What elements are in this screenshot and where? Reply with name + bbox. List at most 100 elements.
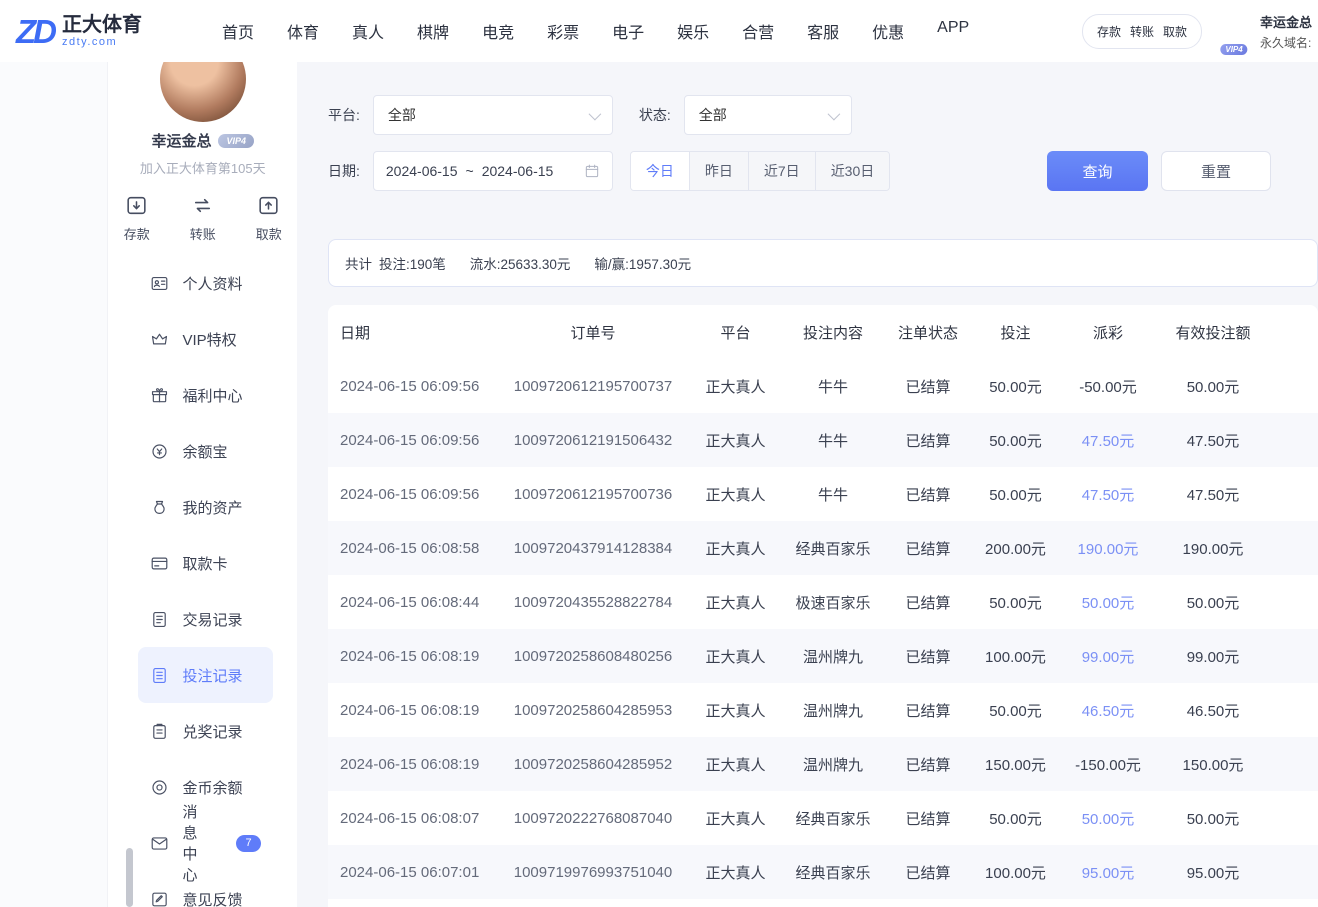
cell-valid: 47.50元 (1158, 430, 1268, 451)
table-row: 2024-06-15 06:09:561009720612195700737正大… (328, 359, 1318, 413)
brand-domain: zdty.com (62, 36, 142, 48)
sidebar-item-label: 意见反馈 (182, 889, 242, 907)
range-button-last7[interactable]: 近7日 (748, 152, 815, 190)
date-range-input[interactable]: 2024-06-15 ~ 2024-06-15 (373, 151, 613, 191)
sidebar-item-profile[interactable]: 个人资料 (138, 255, 273, 311)
cell-date: 2024-06-15 06:08:19 (328, 648, 498, 665)
cell-date: 2024-06-15 06:08:19 (328, 702, 498, 719)
sidebar-item-vip[interactable]: VIP特权 (138, 311, 273, 367)
cell-bet: 150.00元 (973, 754, 1058, 775)
chevron-down-icon (827, 107, 840, 120)
cell-bet: 50.00元 (973, 430, 1058, 451)
header-withdraw-link[interactable]: 取款 (1163, 23, 1187, 40)
cell-content: 温州牌九 (783, 700, 883, 721)
brand-logo[interactable]: ZD 正大体育 zdty.com (0, 14, 188, 48)
sidebar-item-transactions[interactable]: 交易记录 (138, 591, 273, 647)
table-body: 2024-06-15 06:09:561009720612195700737 正大… (328, 359, 1318, 899)
nav-item-home[interactable]: 首页 (222, 19, 254, 43)
nav-item-service[interactable]: 客服 (807, 19, 839, 43)
quick-action-deposit[interactable]: 存款 (124, 193, 150, 243)
quick-range-group: 今日昨日近7日近30日 (630, 151, 890, 191)
cell-bet: 50.00元 (973, 592, 1058, 613)
sidebar-item-label: 交易记录 (182, 609, 242, 630)
cell-valid: 50.00元 (1158, 592, 1268, 613)
range-button-yesterday[interactable]: 昨日 (689, 152, 748, 190)
nav-item-esports[interactable]: 电竞 (482, 19, 514, 43)
header-transfer-link[interactable]: 转账 (1130, 23, 1154, 40)
sidebar-item-label: 福利中心 (182, 385, 242, 406)
nav-item-app[interactable]: APP (937, 19, 969, 43)
cell-platform: 正大真人 (688, 538, 783, 559)
sidebar-item-yuebao[interactable]: 余额宝 (138, 423, 273, 479)
table-row: 2024-06-15 06:08:191009720258604285952正大… (328, 737, 1318, 791)
cell-payout: 50.00元 (1058, 808, 1158, 829)
header-user[interactable]: VIP4 幸运金总 永久域名: (1216, 9, 1312, 53)
cell-valid: 150.00元 (1158, 754, 1268, 775)
permanent-domain-label: 永久域名: (1260, 34, 1312, 51)
nav-item-sports[interactable]: 体育 (287, 19, 319, 43)
sidebar-item-assets[interactable]: 我的资产 (138, 479, 273, 535)
sidebar-menu: 个人资料VIP特权福利中心余额宝我的资产取款卡交易记录投注记录兑奖记录金币余额消… (108, 255, 297, 907)
sidebar-scrollbar-thumb[interactable] (126, 848, 133, 907)
summary-prefix: 共计 (345, 253, 372, 273)
cell-bet: 50.00元 (973, 808, 1058, 829)
cell-status: 已结算 (883, 484, 973, 505)
profile-quick-actions: 存款转账取款 (108, 193, 297, 243)
transactions-icon (150, 610, 169, 629)
logo-mark-icon: ZD (16, 15, 54, 48)
nav-item-lottery[interactable]: 彩票 (547, 19, 579, 43)
cell-order: 1009720612195700736 (498, 486, 688, 503)
sidebar-item-withdraw-card[interactable]: 取款卡 (138, 535, 273, 591)
cell-date: 2024-06-15 06:09:56 (328, 378, 498, 395)
sidebar-item-bet-records[interactable]: 投注记录 (138, 647, 273, 703)
cell-order: 1009719976993751040 (498, 864, 688, 881)
header-deposit-link[interactable]: 存款 (1097, 23, 1121, 40)
cell-content: 温州牌九 (783, 646, 883, 667)
chevron-down-icon (588, 107, 601, 120)
redeem-icon (150, 722, 169, 741)
cell-date: 2024-06-15 06:08:07 (328, 810, 498, 827)
page: ZD 正大体育 zdty.com 首页 体育 真人 棋牌 电竞 彩票 电子 娱乐 合营 客服 优惠 A… (0, 0, 1318, 907)
profile-icon (150, 274, 169, 293)
quick-action-transfer[interactable]: 转账 (190, 193, 216, 243)
nav-item-promo[interactable]: 优惠 (872, 19, 904, 43)
cell-date: 2024-06-15 06:08:19 (328, 756, 498, 773)
filter-row-date: 日期: 2024-06-15 ~ 2024-06-15 今日昨日近7日近30日 … (328, 151, 1318, 191)
cell-payout: -50.00元 (1058, 376, 1158, 397)
cell-order: 1009720222768087040 (498, 810, 688, 827)
reset-button[interactable]: 重置 (1161, 151, 1271, 191)
deposit-icon (124, 193, 149, 218)
sidebar-item-gold-balance[interactable]: 金币余额 (138, 759, 273, 815)
date-label: 日期: (328, 161, 360, 181)
range-button-today[interactable]: 今日 (631, 152, 689, 190)
range-button-last30[interactable]: 近30日 (815, 152, 890, 190)
platform-select[interactable]: 全部 (373, 95, 613, 135)
summary-bar: 共计 投注:190笔 流水:25633.30元 输/赢:1957.30元 (328, 239, 1318, 287)
nav-item-joint[interactable]: 合营 (742, 19, 774, 43)
nav-item-chess[interactable]: 棋牌 (417, 19, 449, 43)
search-button[interactable]: 查询 (1047, 151, 1148, 191)
nav-item-slots[interactable]: 电子 (612, 19, 644, 43)
gift-icon (150, 386, 169, 405)
sidebar-item-welfare[interactable]: 福利中心 (138, 367, 273, 423)
date-end-value: 2024-06-15 (482, 163, 554, 179)
cell-content: 极速百家乐 (783, 592, 883, 613)
status-label: 状态: (639, 105, 671, 125)
nav-item-live[interactable]: 真人 (352, 19, 384, 43)
sidebar-item-label: 金币余额 (182, 777, 242, 798)
sidebar-item-feedback[interactable]: 意见反馈 (138, 871, 273, 907)
cell-valid: 99.00元 (1158, 646, 1268, 667)
cell-platform: 正大真人 (688, 862, 783, 883)
sidebar-item-messages[interactable]: 消息中心7 (138, 815, 273, 871)
cell-order: 1009720612195700737 (498, 378, 688, 395)
cell-content: 牛牛 (783, 430, 883, 451)
sidebar-item-redeem-records[interactable]: 兑奖记录 (138, 703, 273, 759)
column-header-platform: 平台 (688, 322, 783, 343)
status-select[interactable]: 全部 (684, 95, 852, 135)
table-row: 2024-06-15 06:08:071009720222768087040正大… (328, 791, 1318, 845)
nav-item-entertainment[interactable]: 娱乐 (677, 19, 709, 43)
header-username: 幸运金总 (1260, 12, 1312, 31)
quick-action-withdraw[interactable]: 取款 (256, 193, 282, 243)
cell-bet: 100.00元 (973, 646, 1058, 667)
sidebar-item-label: 取款卡 (182, 553, 227, 574)
